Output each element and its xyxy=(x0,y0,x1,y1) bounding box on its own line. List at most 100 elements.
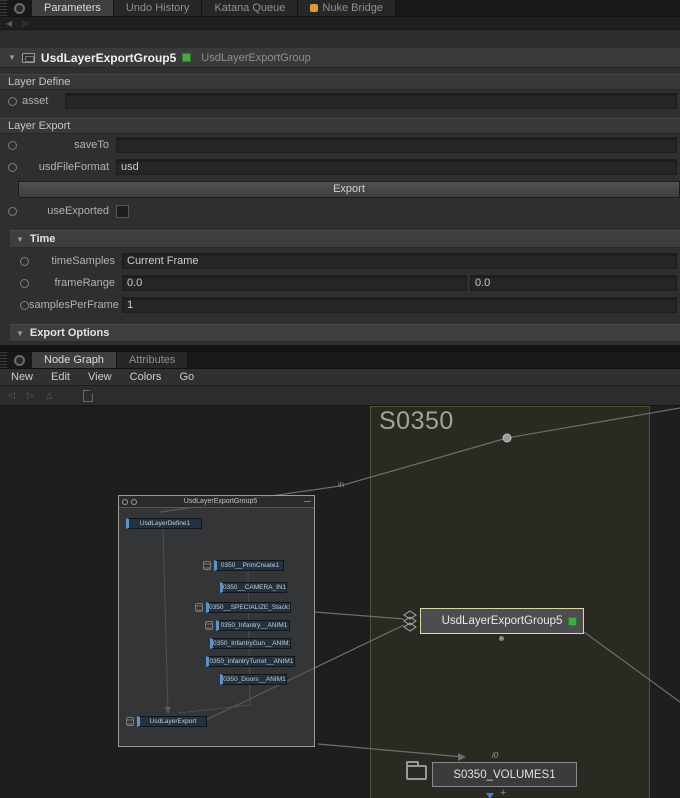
menu-new[interactable]: New xyxy=(2,371,42,383)
time-group-header[interactable]: ▼ Time xyxy=(10,230,680,248)
expand-more-icon[interactable]: + xyxy=(500,787,506,798)
tab-label: Undo History xyxy=(126,0,190,16)
export-button[interactable]: Export xyxy=(18,181,680,198)
framerange-start-input[interactable] xyxy=(122,275,467,291)
useexported-label: useExported xyxy=(17,205,109,217)
param-state-icon[interactable] xyxy=(8,207,17,216)
graph-node-primcreate1[interactable]: 0350__PrimCreate1 xyxy=(214,560,284,571)
samplesperframe-input[interactable] xyxy=(122,297,677,313)
parameter-history-nav: ◀ ▷ xyxy=(0,17,680,30)
wire-to-main-node-a[interactable] xyxy=(315,612,404,619)
tabbar-filler xyxy=(396,0,680,16)
framerange-end-input[interactable] xyxy=(470,275,677,291)
expanded-group-title: UsdLayerExportGroup5 xyxy=(140,498,301,505)
pane-menu-icon[interactable] xyxy=(14,355,25,366)
wire-head-icon xyxy=(486,793,494,798)
graph-node-usdlayerdefine1[interactable]: UsdLayerDefine1 xyxy=(126,518,202,529)
param-state-icon[interactable] xyxy=(20,301,29,310)
graph-up-icon[interactable]: △ xyxy=(46,390,53,401)
group-edit-icon[interactable] xyxy=(122,499,128,505)
section-layer-export: Layer Export xyxy=(0,118,680,134)
minimize-icon[interactable]: — xyxy=(304,498,311,505)
menu-edit[interactable]: Edit xyxy=(42,371,79,383)
wire-arrowhead xyxy=(458,753,466,761)
asset-input[interactable] xyxy=(65,93,677,109)
tab-label: Attributes xyxy=(129,352,175,368)
forward-icon[interactable]: ▷ xyxy=(22,19,28,28)
framerange-label: frameRange xyxy=(29,277,115,289)
expanded-group-panel[interactable]: UsdLayerExportGroup5 — UsdLayerDefine1 0… xyxy=(118,495,315,747)
layers-icon xyxy=(126,717,134,726)
expanded-group-chevrons-icon[interactable] xyxy=(402,610,418,635)
param-row-asset: asset xyxy=(0,90,680,112)
menu-colors[interactable]: Colors xyxy=(121,371,171,383)
usdfileformat-input[interactable] xyxy=(116,159,677,175)
graph-forward-icon[interactable]: ▷ xyxy=(27,390,34,401)
tab-nuke-bridge[interactable]: Nuke Bridge xyxy=(298,0,396,16)
graph-node-usdlayerexport[interactable]: UsdLayerExport xyxy=(137,716,207,727)
export-options-group-header[interactable]: ▼ Export Options xyxy=(10,324,680,342)
parameters-spacer xyxy=(0,30,680,48)
node-wires xyxy=(0,406,680,798)
collapse-node-icon[interactable]: ▼ xyxy=(8,53,16,62)
section-layer-define: Layer Define xyxy=(0,74,680,90)
node-graph-canvas[interactable]: S0350 in UsdLayerExportGroup5 — UsdLaye xyxy=(0,406,680,798)
collapse-export-options-icon[interactable]: ▼ xyxy=(16,329,24,338)
wire-dot[interactable] xyxy=(503,434,511,442)
database-icon xyxy=(205,621,213,630)
group-view-icon[interactable] xyxy=(131,499,137,505)
tab-katana-queue[interactable]: Katana Queue xyxy=(202,0,298,16)
node-state-indicator[interactable] xyxy=(568,617,577,626)
graph-node-camera-in1[interactable]: 0350__CAMERA_IN1 xyxy=(220,582,287,593)
param-row-framerange: frameRange xyxy=(0,272,680,294)
panel-splitter[interactable] xyxy=(0,345,680,352)
tab-node-graph[interactable]: Node Graph xyxy=(32,352,117,368)
param-row-saveto: saveTo xyxy=(0,134,680,156)
output-port[interactable] xyxy=(499,636,504,641)
param-state-icon[interactable] xyxy=(20,279,29,288)
graph-back-icon[interactable]: ◁ xyxy=(8,390,15,401)
panel-drag-handle[interactable] xyxy=(0,352,7,368)
nuke-icon xyxy=(310,4,318,12)
tab-undo-history[interactable]: Undo History xyxy=(114,0,203,16)
menu-view[interactable]: View xyxy=(79,371,121,383)
graph-node-doors-anim1[interactable]: 0350_Doors__ANIM1 xyxy=(220,674,287,685)
tab-attributes[interactable]: Attributes xyxy=(117,352,188,368)
folder-icon xyxy=(406,765,427,780)
saveto-input[interactable] xyxy=(116,137,677,153)
node-usdlayerexportgroup5[interactable]: UsdLayerExportGroup5 xyxy=(420,608,584,634)
menu-go[interactable]: Go xyxy=(170,371,203,383)
param-row-timesamples: timeSamples xyxy=(0,250,680,272)
panel-drag-handle[interactable] xyxy=(0,0,7,16)
tab-label: Nuke Bridge xyxy=(322,0,383,16)
param-row-useexported: useExported xyxy=(0,200,680,222)
node-parameter-header: ▼ UsdLayerExportGroup5 UsdLayerExportGro… xyxy=(0,48,680,68)
tabbar-filler xyxy=(188,352,680,368)
usdfileformat-label: usdFileFormat xyxy=(17,161,109,173)
node-state-indicator[interactable] xyxy=(182,53,191,62)
pane-menu-icon[interactable] xyxy=(14,3,25,14)
saveto-label: saveTo xyxy=(17,139,109,151)
wire-main-out[interactable] xyxy=(584,632,680,702)
param-state-icon[interactable] xyxy=(8,163,17,172)
collapse-time-icon[interactable]: ▼ xyxy=(16,235,24,244)
useexported-checkbox[interactable] xyxy=(116,205,129,218)
timesamples-dropdown[interactable] xyxy=(122,253,677,269)
param-state-icon[interactable] xyxy=(8,97,17,106)
param-state-icon[interactable] xyxy=(20,257,29,266)
param-state-icon[interactable] xyxy=(8,141,17,150)
graph-node-infantryturret-anim1[interactable]: 0350_InfantryTurret__ANIM1 xyxy=(206,656,295,667)
graph-node-specialize-stack1[interactable]: 0350__SPECIALIZE_Stack1 xyxy=(206,602,291,613)
graph-node-infantrygun-anim1[interactable]: 0350_InfantryGun__ANIM1 xyxy=(210,638,291,649)
graph-node-infantry-anim1[interactable]: 0350_Infantry__ANIM1 xyxy=(216,620,290,631)
database-icon xyxy=(195,603,203,612)
group-node-icon xyxy=(22,53,35,63)
graph-toolbar: ◁ ▷ △ xyxy=(0,386,680,406)
tab-parameters[interactable]: Parameters xyxy=(32,0,114,16)
wire-to-volumes[interactable] xyxy=(318,744,464,757)
back-icon[interactable]: ◀ xyxy=(6,19,12,28)
snapshot-icon[interactable] xyxy=(83,390,93,402)
node-label: UsdLayerExportGroup5 xyxy=(442,615,563,627)
node-s0350-volumes1[interactable]: S0350_VOLUMES1 xyxy=(432,762,577,787)
tab-label: Node Graph xyxy=(44,352,104,368)
